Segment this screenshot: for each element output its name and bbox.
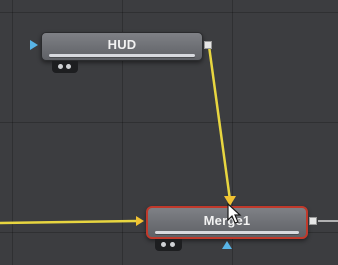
- hud-tab-dot-2: [66, 64, 71, 69]
- hud-node[interactable]: HUD: [41, 32, 203, 61]
- merge-effect-mask-input-triangle-icon[interactable]: [222, 241, 232, 249]
- hud-input-triangle-icon[interactable]: [30, 40, 38, 50]
- merge-output-port-icon[interactable]: [309, 217, 317, 225]
- wire-to-merge-background[interactable]: [0, 219, 139, 225]
- merge-tab-dot-1: [161, 242, 166, 247]
- merge-background-input-triangle-icon[interactable]: [136, 216, 144, 226]
- arrow-pointer-icon: [227, 203, 242, 224]
- merge-node-tab[interactable]: [155, 239, 182, 251]
- hud-tab-dot-1: [58, 64, 63, 69]
- wire-hud-to-merge[interactable]: [207, 45, 232, 201]
- hud-node-tab[interactable]: [52, 61, 78, 73]
- merge-node-bar: [155, 231, 299, 234]
- node-editor-canvas[interactable]: HUD Merge1: [0, 0, 338, 265]
- hud-output-port-icon[interactable]: [204, 41, 212, 49]
- hud-node-title: HUD: [107, 37, 137, 52]
- merge-tab-dot-2: [170, 242, 175, 247]
- hud-node-bar: [49, 54, 195, 57]
